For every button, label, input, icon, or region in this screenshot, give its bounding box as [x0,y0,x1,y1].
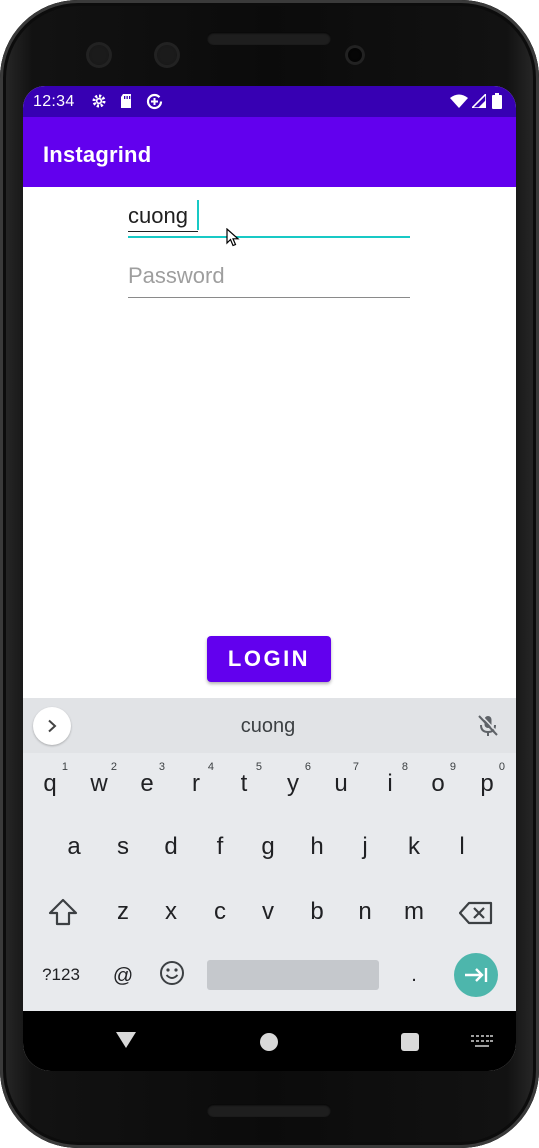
key-h[interactable]: h [293,819,341,875]
status-bar: 12:34 [23,86,516,117]
camera-lens [154,42,180,68]
key-n[interactable]: n [341,884,389,940]
phone-screen: 12:34 Instagrind cuong Password LOGIN cu… [23,86,516,1071]
bottom-speaker [207,1104,331,1117]
next-key[interactable] [454,953,498,997]
key-g[interactable]: g [244,819,292,875]
backspace-key[interactable] [453,884,499,940]
mic-off-icon[interactable] [477,713,500,743]
gear-icon [91,93,107,114]
shift-icon [48,898,78,926]
sd-card-icon [119,93,133,114]
system-nav-bar [23,1011,516,1071]
username-value: cuong [128,203,188,228]
recents-square-icon[interactable] [401,1033,419,1051]
password-underline [128,297,410,298]
text-caret [197,200,199,230]
key-c[interactable]: c [196,884,244,940]
key-b[interactable]: b [293,884,341,940]
key-y[interactable]: y6 [269,756,317,812]
soft-keyboard: cuong q1 w2 e3 r4 t5 y6 u7 i8 o9 p0 a s … [23,698,516,1011]
password-placeholder: Password [128,263,225,288]
mouse-pointer-icon [226,227,240,253]
key-q[interactable]: q1 [26,756,74,812]
composing-underline [128,231,198,232]
key-v[interactable]: v [244,884,292,940]
data-saver-icon [146,93,163,115]
expand-toolbar-button[interactable] [33,707,71,745]
battery-icon [492,93,502,114]
key-x[interactable]: x [147,884,195,940]
phone-frame: 12:34 Instagrind cuong Password LOGIN cu… [0,0,539,1148]
key-k[interactable]: k [390,819,438,875]
key-d[interactable]: d [147,819,195,875]
word-suggestion[interactable]: cuong [183,715,353,738]
back-triangle-icon[interactable] [115,1031,137,1054]
front-sensor [345,45,365,65]
at-key[interactable]: @ [103,960,143,990]
spacebar[interactable] [207,960,379,990]
password-field[interactable]: Password [128,258,410,298]
key-p[interactable]: p0 [463,756,511,812]
earpiece-speaker [207,32,331,45]
key-w[interactable]: w2 [75,756,123,812]
username-field[interactable]: cuong [128,198,410,238]
key-i[interactable]: i8 [366,756,414,812]
backspace-icon [458,901,493,925]
key-t[interactable]: t5 [220,756,268,812]
suggestion-strip: cuong [23,698,516,753]
login-button[interactable]: LOGIN [207,636,331,682]
symbols-key[interactable]: ?123 [35,960,87,990]
key-s[interactable]: s [99,819,147,875]
chevron-right-icon [48,719,57,733]
app-bar: Instagrind [23,117,516,187]
status-time: 12:34 [33,93,75,110]
signal-icon [470,92,487,113]
key-j[interactable]: j [341,819,389,875]
keyboard-switch-icon[interactable] [471,1035,493,1054]
period-key[interactable]: . [399,960,429,990]
emoji-icon [160,961,184,985]
key-f[interactable]: f [196,819,244,875]
shift-key[interactable] [41,884,85,940]
key-r[interactable]: r4 [172,756,220,812]
tab-next-icon [465,968,488,982]
key-u[interactable]: u7 [317,756,365,812]
camera-lens [86,42,112,68]
key-l[interactable]: l [438,819,486,875]
wifi-icon [450,94,468,113]
emoji-key[interactable] [155,960,189,990]
app-title: Instagrind [43,142,152,167]
key-a[interactable]: a [50,819,98,875]
username-underline [128,236,410,238]
key-m[interactable]: m [390,884,438,940]
key-o[interactable]: o9 [414,756,462,812]
key-e[interactable]: e3 [123,756,171,812]
home-circle-icon[interactable] [260,1033,278,1051]
key-z[interactable]: z [99,884,147,940]
